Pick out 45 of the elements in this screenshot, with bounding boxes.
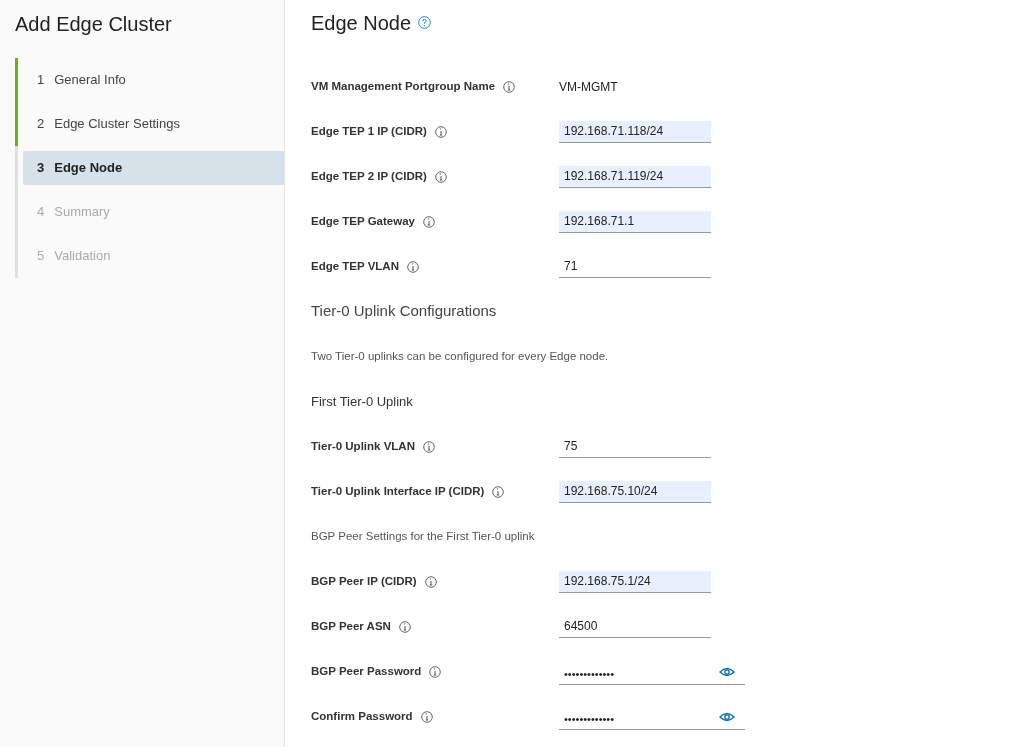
field-label: Tier-0 Uplink Interface IP (CIDR): [311, 483, 485, 499]
info-icon[interactable]: [503, 80, 516, 93]
info-icon[interactable]: [422, 440, 435, 453]
field-label: BGP Peer ASN: [311, 618, 391, 634]
field-label: BGP Peer IP (CIDR): [311, 573, 417, 589]
text-field[interactable]: 192.168.75.1/24: [559, 570, 711, 593]
wizard-step[interactable]: 2 Edge Cluster Settings: [23, 107, 284, 141]
info-icon[interactable]: [434, 170, 447, 183]
text-field[interactable]: 75: [559, 435, 711, 458]
info-icon[interactable]: [398, 620, 411, 633]
field-label: Confirm Password: [311, 708, 413, 724]
info-icon[interactable]: [420, 710, 433, 723]
password-field[interactable]: •••••••••••••: [559, 663, 745, 685]
field-label: Edge TEP 1 IP (CIDR): [311, 123, 427, 139]
info-icon[interactable]: [422, 215, 435, 228]
page-title: Edge Node: [311, 11, 412, 36]
text-field[interactable]: 192.168.71.118/24: [559, 120, 711, 143]
help-icon[interactable]: [418, 16, 432, 29]
field-label: Edge TEP VLAN: [311, 258, 399, 274]
text-field[interactable]: 192.168.71.1: [559, 210, 711, 233]
text-field[interactable]: 64500: [559, 615, 711, 638]
wizard-step[interactable]: 1 General Info: [23, 63, 284, 97]
text-field[interactable]: 192.168.71.119/24: [559, 165, 711, 188]
wizard-step[interactable]: 3 Edge Node: [23, 151, 284, 185]
field-label: BGP Peer Password: [311, 663, 422, 679]
section-heading: Tier-0 Uplink Configurations: [311, 301, 497, 322]
info-icon[interactable]: [429, 665, 442, 678]
section-subheading: First Tier-0 Uplink: [311, 392, 413, 411]
password-field[interactable]: •••••••••••••: [559, 708, 745, 730]
info-icon[interactable]: [406, 260, 419, 273]
eye-icon[interactable]: [719, 711, 735, 722]
info-icon[interactable]: [492, 485, 505, 498]
field-label: Edge TEP Gateway: [311, 213, 415, 229]
text-field[interactable]: 71: [559, 255, 711, 278]
eye-icon[interactable]: [719, 666, 735, 677]
section-note: Two Tier-0 uplinks can be configured for every Edge node.: [311, 348, 609, 364]
info-icon[interactable]: [434, 125, 447, 138]
text-field[interactable]: 192.168.75.10/24: [559, 480, 711, 503]
field-value: VM-MGMT: [559, 78, 618, 96]
field-label: Edge TEP 2 IP (CIDR): [311, 168, 427, 184]
field-label: VM Management Portgroup Name: [311, 78, 496, 94]
field-label: Tier-0 Uplink VLAN: [311, 438, 415, 454]
wizard-title: Add Edge Cluster: [15, 12, 172, 37]
info-icon[interactable]: [424, 575, 437, 588]
section-note: BGP Peer Settings for the First Tier-0 uplink: [311, 528, 535, 544]
